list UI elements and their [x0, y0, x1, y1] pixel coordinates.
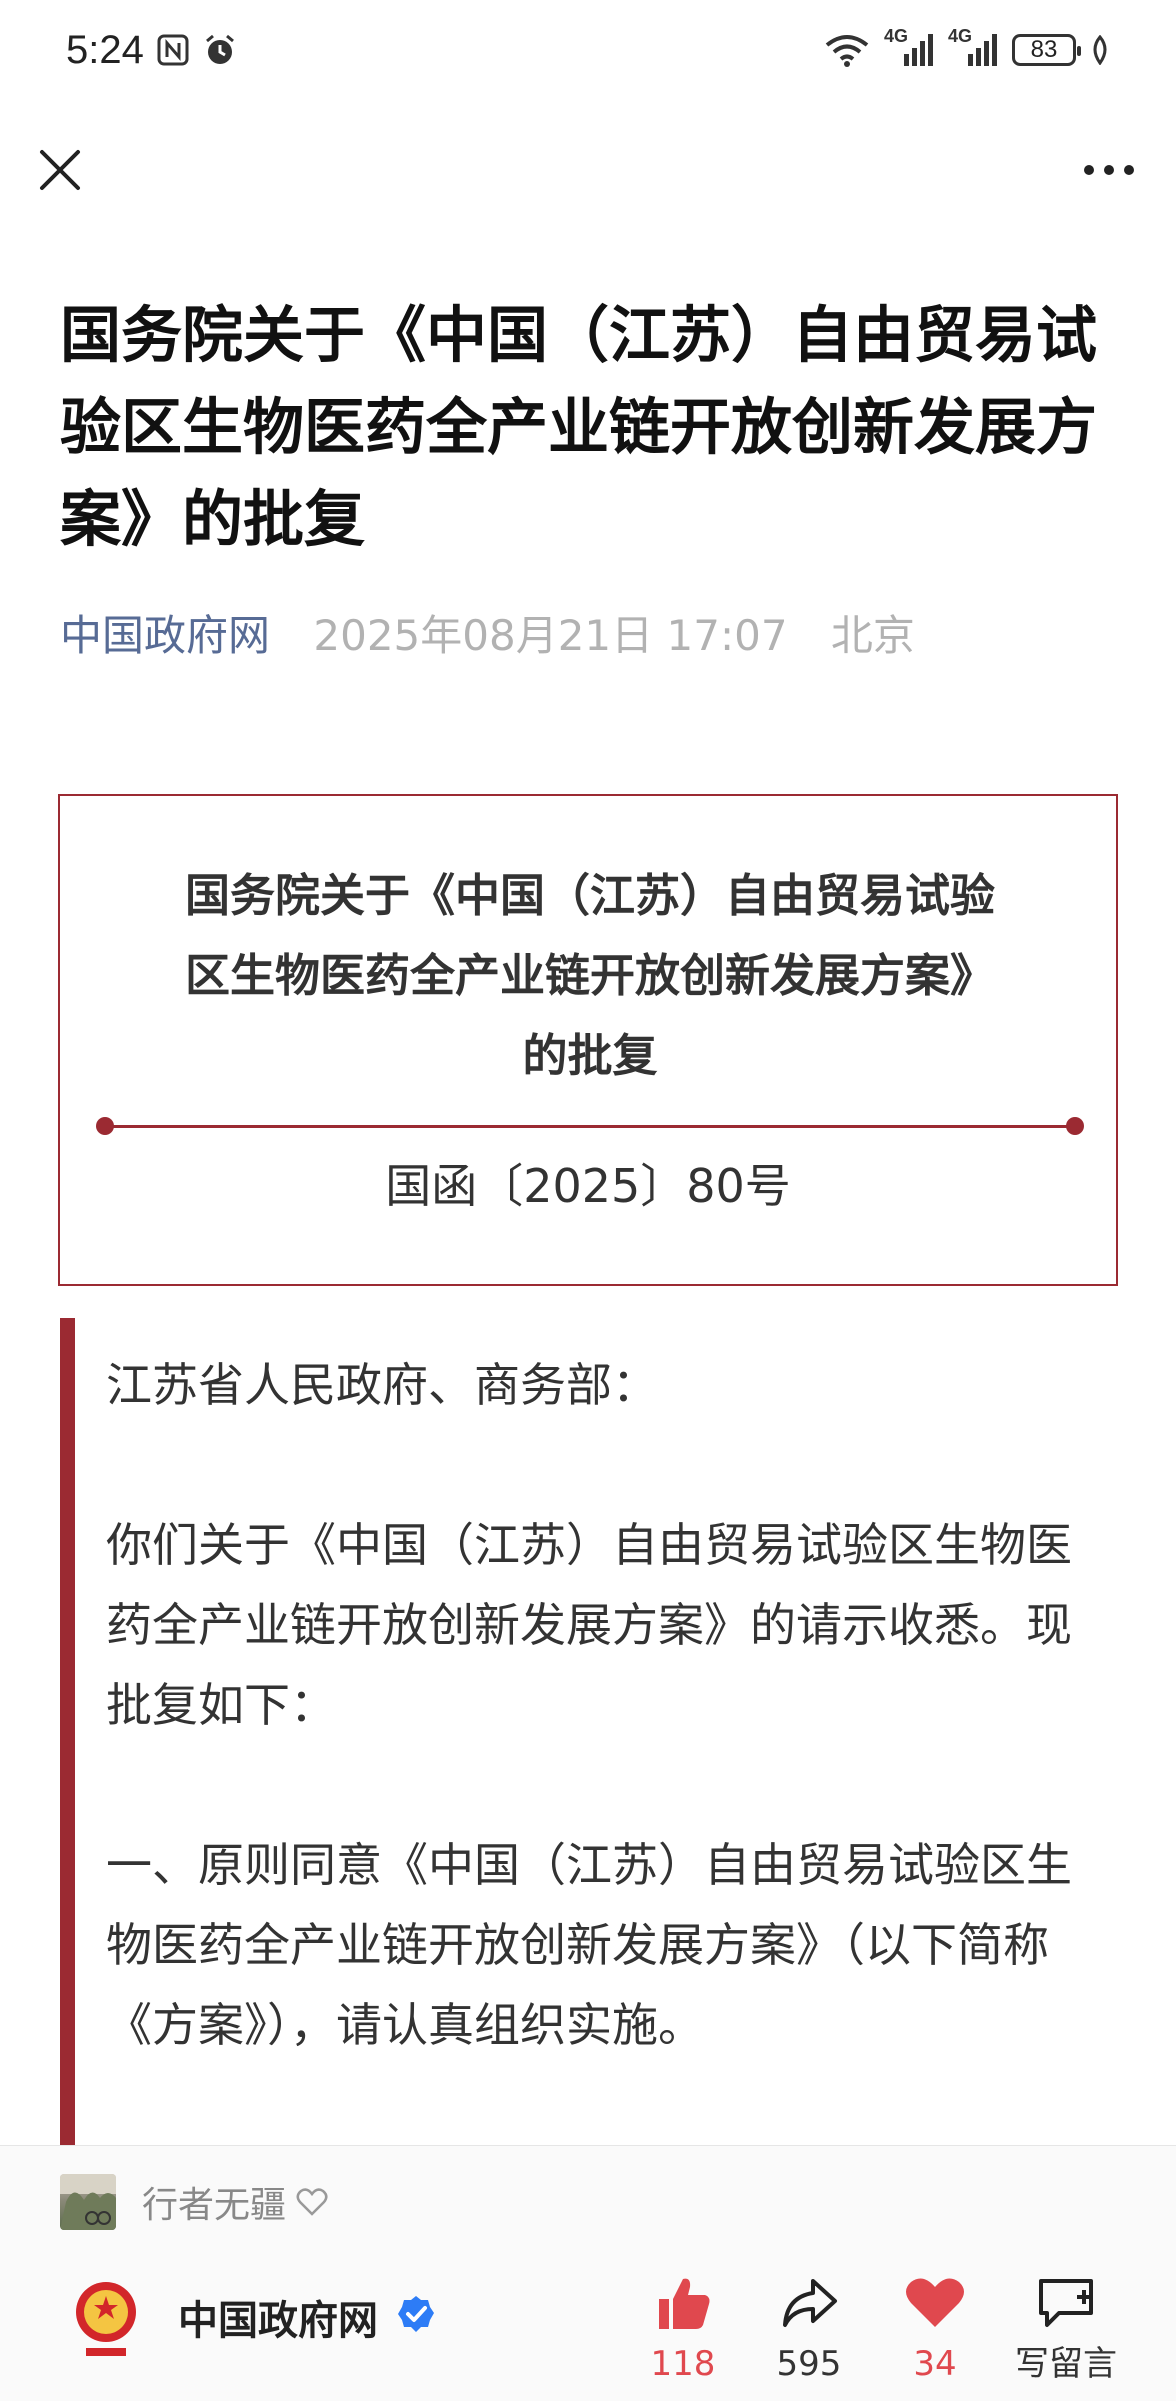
document-number: 国函〔2025〕80号	[385, 1159, 791, 1213]
like-count: 118	[650, 2344, 716, 2384]
commenter-name-row: 行者无疆	[142, 2176, 328, 2228]
article-title: 国务院关于《中国（江苏）自由贸易试验区生物医药全产业链开放创新发展方案》的批复	[60, 300, 1098, 555]
status-time: 5:24	[66, 27, 144, 72]
more-icon-dot	[1104, 165, 1114, 175]
share-button[interactable]: 595	[754, 2268, 864, 2386]
article-datetime: 2025年08月21日 17:07	[313, 611, 788, 660]
recent-commenter[interactable]: 行者无疆	[60, 2174, 328, 2230]
heart-filled-icon	[880, 2268, 990, 2338]
battery-level: 83	[1030, 36, 1058, 63]
close-icon	[40, 150, 80, 190]
comment-add-icon	[1006, 2268, 1126, 2338]
top-bar	[0, 130, 1176, 210]
article-meta: 中国政府网 2025年08月21日 17:07 北京	[60, 608, 915, 664]
article-body: 江苏省人民政府、商务部： 你们关于《中国（江苏）自由贸易试验区生物医药全产业链开…	[106, 1345, 1106, 2145]
body-accent-bar	[60, 1318, 75, 2150]
wifi-icon	[825, 35, 869, 67]
signal-icon-2: 4G	[948, 26, 998, 68]
status-left: 5:24	[66, 28, 238, 73]
thumbs-up-icon	[628, 2268, 738, 2338]
gov-emblem-logo[interactable]	[68, 2276, 144, 2360]
close-button[interactable]	[32, 142, 88, 198]
heart-outline-icon	[296, 2188, 328, 2216]
favorite-button[interactable]: 34	[880, 2268, 990, 2386]
document-title: 国务院关于《中国（江苏）自由贸易试验区生物医药全产业链开放创新发展方案》的批复	[184, 869, 995, 1082]
battery-indicator: 83	[1012, 34, 1081, 66]
write-comment-label: 写留言	[1015, 2344, 1117, 2384]
signal-icon-1: 4G	[884, 26, 934, 68]
commenter-name: 行者无疆	[142, 2185, 287, 2226]
commenter-avatar	[60, 2174, 116, 2230]
more-icon-dot	[1124, 165, 1134, 175]
leaf-icon	[1093, 35, 1107, 65]
divider-dot-right	[1066, 1117, 1084, 1135]
share-count: 595	[776, 2344, 842, 2384]
article-location: 北京	[830, 611, 915, 660]
like-button[interactable]: 118	[628, 2268, 738, 2386]
status-bar: 5:24 4G 4G 83	[0, 0, 1176, 100]
body-paragraph: 一、原则同意《中国（江苏）自由贸易试验区生物医药全产业链开放创新发展方案》（以下…	[106, 1838, 1072, 2052]
verified-badge-icon	[398, 2296, 434, 2332]
document-divider	[98, 1125, 1080, 1128]
publisher-footer: 中国政府网 118 595 34 写留言	[0, 2268, 1176, 2388]
more-icon-dot	[1084, 165, 1094, 175]
nfc-icon	[157, 34, 189, 66]
alarm-icon	[205, 34, 234, 64]
body-paragraph: 你们关于《中国（江苏）自由贸易试验区生物医药全产业链开放创新发展方案》的请示收悉…	[106, 1518, 1072, 1732]
bottom-action-sheet: 行者无疆 中国政府网 118 595 34 写留言	[0, 2145, 1176, 2401]
status-right: 4G 4G 83	[824, 26, 1110, 68]
more-button[interactable]	[1074, 142, 1144, 198]
publisher-name[interactable]: 中国政府网	[178, 2288, 378, 2346]
body-paragraph: 江苏省人民政府、商务部：	[106, 1358, 658, 1412]
document-header-box: 国务院关于《中国（江苏）自由贸易试验区生物医药全产业链开放创新发展方案》的批复 …	[58, 794, 1118, 1286]
write-comment-button[interactable]: 写留言	[1006, 2268, 1126, 2386]
article-source-link[interactable]: 中国政府网	[60, 611, 270, 660]
favorite-count: 34	[913, 2344, 957, 2384]
share-icon	[754, 2268, 864, 2338]
